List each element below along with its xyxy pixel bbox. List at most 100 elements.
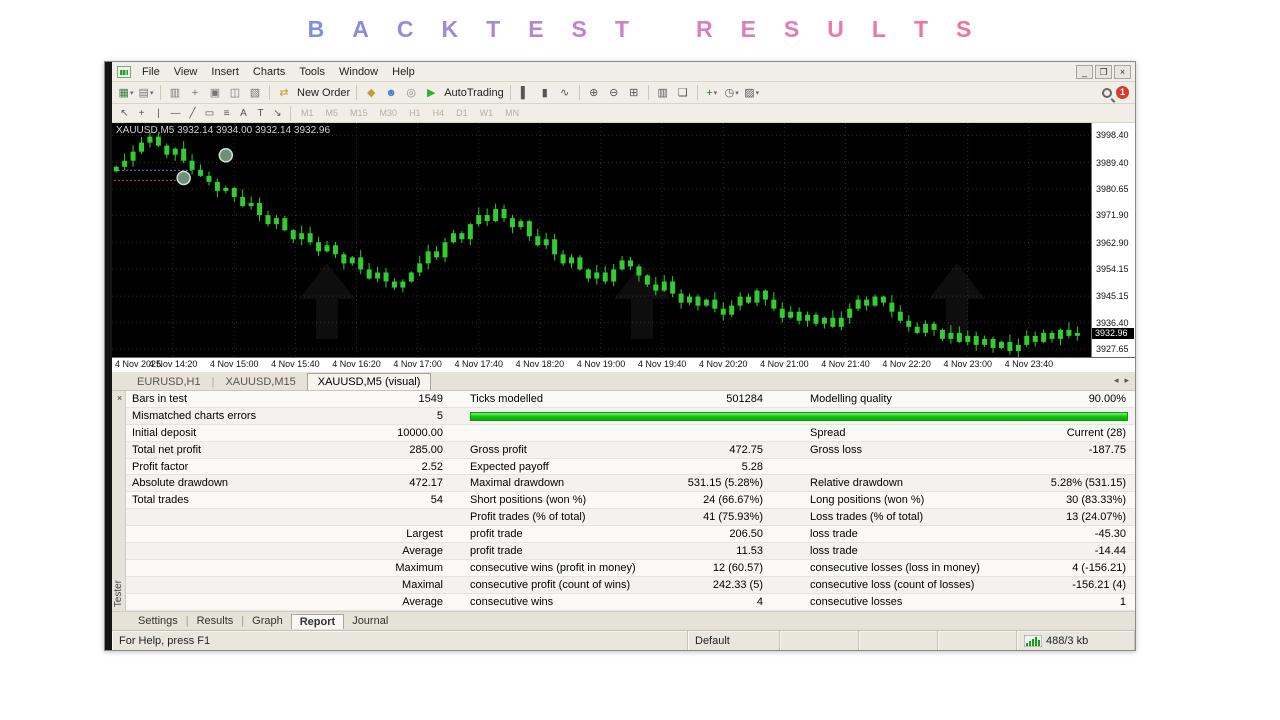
tab-scroll-left-icon[interactable]: ◂	[1114, 375, 1119, 386]
candlestick-plot[interactable]: XAUUSD,M5 3932.14 3934.00 3932.14 3932.9…	[112, 123, 1091, 357]
menu-item-window[interactable]: Window	[332, 64, 385, 80]
timeframe-m1[interactable]: M1	[296, 106, 319, 120]
new-order-button-label[interactable]: New Order	[297, 87, 350, 99]
report-value	[1010, 459, 1126, 475]
templates-icon[interactable]: ▨▾	[743, 84, 761, 101]
globe-icon[interactable]: ◎	[402, 84, 420, 101]
notification-badge[interactable]: 1	[1116, 86, 1129, 99]
report-value: 501284	[660, 391, 763, 407]
menu-item-help[interactable]: Help	[385, 64, 422, 80]
fibonacci-icon[interactable]: ≡	[219, 106, 234, 121]
cell-gap	[763, 560, 810, 576]
menu-item-charts[interactable]: Charts	[246, 64, 292, 80]
restore-button[interactable]: ❐	[1095, 65, 1112, 79]
arrow-icon[interactable]: ↘	[270, 106, 285, 121]
report-value: -14.44	[1010, 543, 1126, 559]
report-row: Absolute drawdown472.17Maximal drawdown5…	[126, 475, 1135, 492]
close-tester-icon[interactable]: ×	[114, 393, 125, 404]
chart-tab-3[interactable]: XAUUSD,M5 (visual)	[307, 373, 432, 390]
terminal-icon[interactable]: ◫	[226, 84, 244, 101]
report-value: 11.53	[660, 543, 763, 559]
report-label: loss trade	[810, 543, 1010, 559]
bar-chart-icon[interactable]: ▌	[516, 84, 534, 101]
tester-tab-results[interactable]: Results	[189, 614, 242, 628]
timeframe-w1[interactable]: W1	[475, 106, 499, 120]
person-icon[interactable]: ☻	[382, 84, 400, 101]
horizontal-line-icon[interactable]: —	[168, 106, 183, 121]
report-label	[132, 560, 346, 576]
report-value: 2.52	[346, 459, 443, 475]
zoom-in-icon-glyph: ⊕	[589, 86, 598, 99]
metatrader-window: FileViewInsertChartsToolsWindowHelp _❐× …	[104, 61, 1136, 651]
chart-tab-2[interactable]: XAUUSD,M15	[214, 373, 306, 390]
autotrading-button[interactable]: ▶	[422, 84, 440, 101]
cell-gap	[763, 577, 810, 593]
banner-letter: K	[442, 16, 460, 43]
vertical-line-icon[interactable]: |	[151, 106, 166, 121]
report-label: Long positions (won %)	[810, 492, 1010, 508]
crosshair-icon[interactable]: +	[134, 106, 149, 121]
report-label: Gross loss	[810, 442, 1010, 458]
status-cell-2	[859, 631, 938, 650]
market-watch-icon[interactable]: ▥	[166, 84, 184, 101]
expert-advisors-icon[interactable]: ◆	[362, 84, 380, 101]
line-chart-icon[interactable]: ∿	[556, 84, 574, 101]
tester-tab-settings[interactable]: Settings	[130, 614, 186, 628]
candlestick-icon[interactable]: ▮	[536, 84, 554, 101]
label-icon[interactable]: T	[253, 106, 268, 121]
zoom-in-icon[interactable]: ⊕	[585, 84, 603, 101]
timeframe-d1[interactable]: D1	[451, 106, 473, 120]
report-label: Total net profit	[132, 442, 346, 458]
report-label	[132, 543, 346, 559]
time-axis[interactable]: 4 Nov 20254 Nov 14:204 Nov 15:004 Nov 15…	[112, 357, 1135, 372]
channel-icon[interactable]: ▭	[202, 106, 217, 121]
timeframe-h4[interactable]: H4	[428, 106, 450, 120]
periods-icon[interactable]: ◷▾	[723, 84, 741, 101]
report-value	[346, 509, 443, 525]
price-label: 3998.40	[1096, 130, 1129, 140]
close-button[interactable]: ×	[1114, 65, 1131, 79]
menu-item-tools[interactable]: Tools	[292, 64, 332, 80]
status-profile[interactable]: Default	[688, 631, 780, 650]
tester-tab-journal[interactable]: Journal	[344, 614, 396, 628]
tab-scroll-right-icon[interactable]: ▸	[1124, 375, 1129, 386]
price-scale[interactable]: 3998.403989.403980.653971.903962.903954.…	[1091, 123, 1135, 357]
cell-gap	[443, 459, 470, 475]
new-chart-icon[interactable]: ▦▾	[117, 84, 135, 101]
menu-item-file[interactable]: File	[135, 64, 167, 80]
cell-gap	[443, 577, 470, 593]
autotrading-button-label[interactable]: AutoTrading	[444, 87, 504, 99]
navigator-icon[interactable]: ▣	[206, 84, 224, 101]
data-window-icon[interactable]: +	[186, 84, 204, 101]
timeframe-h1[interactable]: H1	[404, 106, 426, 120]
new-order-button[interactable]: ⇄	[275, 84, 293, 101]
chart-window-icon	[117, 66, 131, 78]
search-icon[interactable]	[1102, 88, 1112, 98]
trendline-icon[interactable]: ╱	[185, 106, 200, 121]
zoom-out-icon[interactable]: ⊖	[605, 84, 623, 101]
report-label: Maximal drawdown	[470, 475, 660, 491]
text-icon[interactable]: A	[236, 106, 251, 121]
profiles-icon[interactable]: ▤▾	[137, 84, 155, 101]
strategy-tester-icon[interactable]: ▧	[246, 84, 264, 101]
tile-windows-icon[interactable]: ⊞	[625, 84, 643, 101]
minimize-button[interactable]: _	[1076, 65, 1093, 79]
cell-gap	[443, 594, 470, 610]
tester-tab-report[interactable]: Report	[291, 614, 344, 629]
chart-tab-items: EURUSD,H1|XAUUSD,M15XAUUSD,M5 (visual)	[126, 373, 431, 390]
timeframe-m15[interactable]: M15	[345, 106, 373, 120]
menu-item-insert[interactable]: Insert	[204, 64, 246, 80]
chart-tab-1[interactable]: EURUSD,H1	[126, 373, 212, 390]
indicators-icon[interactable]: +▾	[703, 84, 721, 101]
time-label: 4 Nov 19:40	[638, 359, 687, 369]
line-chart-icon-glyph: ∿	[560, 86, 569, 99]
timeframe-m30[interactable]: M30	[375, 106, 403, 120]
price-label: 3980.65	[1096, 184, 1129, 194]
timeframe-mn[interactable]: MN	[500, 106, 524, 120]
timeframe-m5[interactable]: M5	[321, 106, 344, 120]
cascade-icon[interactable]: ❏	[674, 84, 692, 101]
tester-tab-graph[interactable]: Graph	[244, 614, 291, 628]
menu-item-view[interactable]: View	[167, 64, 205, 80]
arrange-icon[interactable]: ▥	[654, 84, 672, 101]
cursor-icon[interactable]: ↖	[117, 106, 132, 121]
